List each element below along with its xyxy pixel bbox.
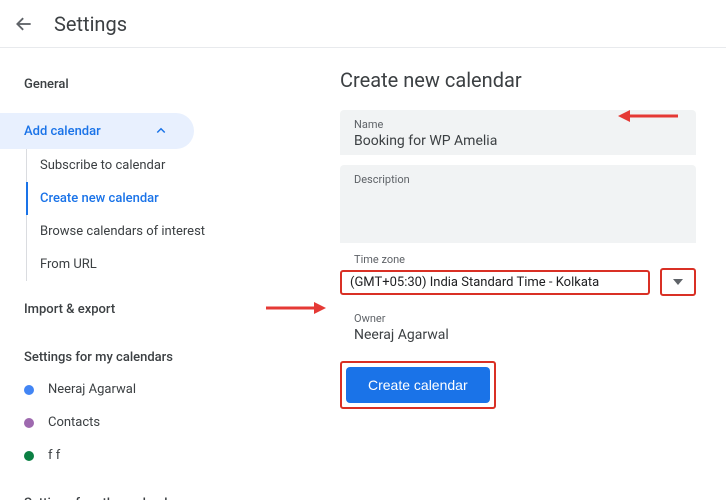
sidebar-subitem-from-url[interactable]: From URL [0, 248, 250, 281]
calendar-name: Neeraj Agarwal [48, 382, 136, 397]
sidebar-item-label: Add calendar [24, 124, 101, 139]
page-title: Settings [54, 12, 127, 36]
back-arrow-icon[interactable] [12, 12, 36, 36]
annotation-arrow-icon [266, 300, 326, 316]
calendar-row[interactable]: Neeraj Agarwal [0, 373, 250, 406]
header: Settings [0, 0, 726, 48]
calendar-name: f f [48, 448, 60, 463]
annotation-box: Create calendar [340, 361, 496, 409]
form-title: Create new calendar [340, 68, 696, 92]
annotation-arrow-icon [618, 108, 678, 124]
sidebar-section-other-calendars: Settings for other calendars [0, 472, 250, 500]
calendar-name: Contacts [48, 415, 100, 430]
sidebar: General Add calendar Subscribe to calend… [0, 48, 250, 500]
description-field[interactable]: Description [340, 165, 696, 243]
sidebar-subitem-create-calendar[interactable]: Create new calendar [0, 182, 250, 215]
chevron-up-icon [152, 122, 170, 140]
calendar-color-dot [24, 418, 34, 428]
sidebar-item-import-export[interactable]: Import & export [0, 293, 194, 326]
sidebar-subitem-browse[interactable]: Browse calendars of interest [0, 215, 250, 248]
name-input[interactable]: Booking for WP Amelia [354, 131, 682, 149]
calendar-color-dot [24, 451, 34, 461]
calendar-row[interactable]: Contacts [0, 406, 250, 439]
owner-label: Owner [340, 312, 696, 325]
calendar-row[interactable]: f f [0, 439, 250, 472]
sidebar-section-my-calendars: Settings for my calendars [0, 326, 250, 373]
main-panel: Create new calendar Name Booking for WP … [250, 48, 726, 500]
sidebar-item-add-calendar[interactable]: Add calendar [0, 113, 194, 149]
timezone-select[interactable]: (GMT+05:30) India Standard Time - Kolkat… [340, 270, 650, 295]
timezone-label: Time zone [340, 253, 696, 266]
sidebar-item-general[interactable]: General [0, 68, 194, 101]
create-calendar-button[interactable]: Create calendar [346, 367, 490, 403]
sidebar-subitem-subscribe[interactable]: Subscribe to calendar [0, 149, 250, 182]
timezone-dropdown-button[interactable] [660, 268, 696, 296]
triangle-down-icon [673, 279, 683, 285]
description-label: Description [354, 173, 682, 186]
owner-value: Neeraj Agarwal [340, 325, 696, 361]
calendar-color-dot [24, 385, 34, 395]
